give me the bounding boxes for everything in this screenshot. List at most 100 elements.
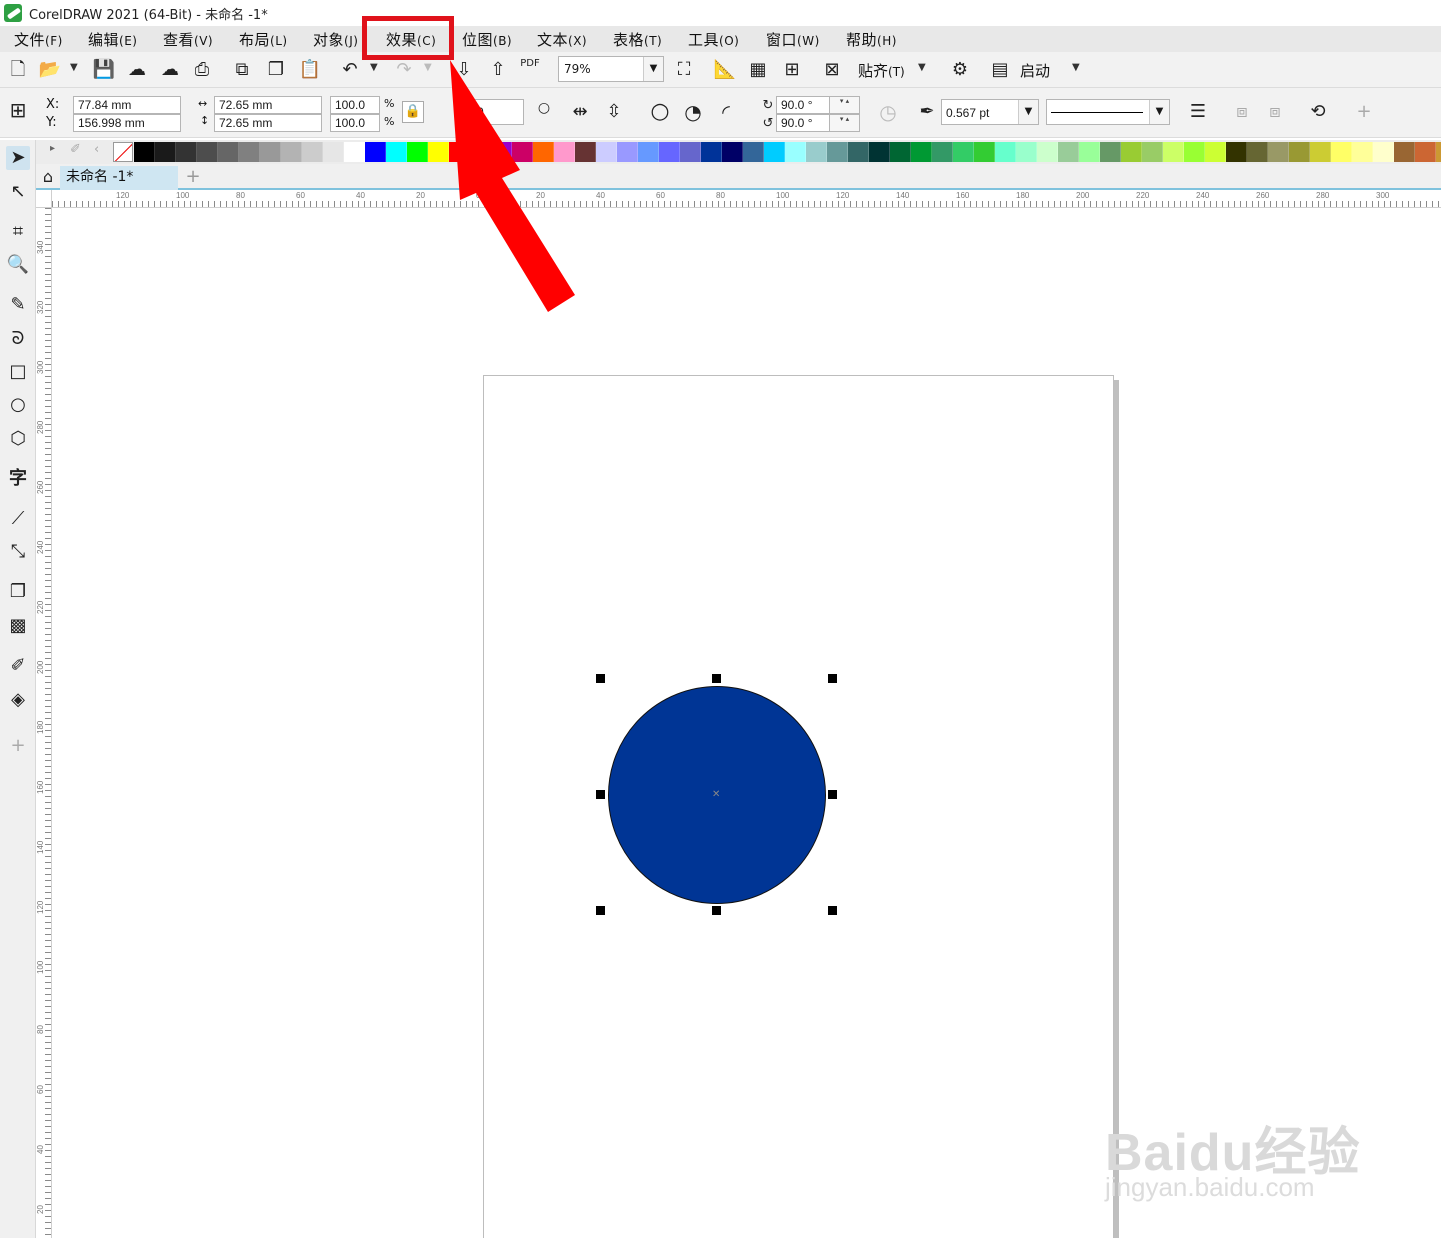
color-swatch[interactable] [1184,142,1205,162]
color-swatch[interactable] [1247,142,1268,162]
x-position-field[interactable]: 77.84 mm [73,96,181,114]
chevron-down-icon[interactable]: ▼ [643,57,663,81]
color-swatch[interactable] [1142,142,1163,162]
palette-left-icon[interactable]: ‹ [94,142,99,157]
scale-width-field[interactable]: 100.0 [330,96,380,114]
full-screen-icon[interactable]: ⛶ [672,58,696,82]
drop-shadow-tool-icon[interactable]: ❐ [6,580,30,604]
color-swatch[interactable] [869,142,890,162]
color-swatch[interactable] [1037,142,1058,162]
selection-handle-top[interactable] [712,674,721,683]
color-swatch[interactable] [1205,142,1226,162]
menu-object[interactable]: 对象(J) [313,29,358,50]
color-swatch[interactable] [1373,142,1394,162]
ruler-origin[interactable] [36,190,52,208]
color-swatch[interactable] [806,142,827,162]
no-color-swatch[interactable] [113,142,133,162]
color-swatch[interactable] [932,142,953,162]
to-front-icon[interactable]: ⧈ [1230,100,1254,124]
selection-handle-left[interactable] [596,790,605,799]
color-swatch[interactable] [218,142,239,162]
launch-icon[interactable]: ▤ [988,58,1012,82]
cut-icon[interactable]: ⧉ [230,58,254,82]
start-angle-field[interactable]: 90.0 ° [776,96,830,114]
menu-file[interactable]: 文件(F) [14,29,63,50]
palette-scroll-icon[interactable]: ▸ [50,143,55,154]
width-field[interactable]: 72.65 mm [214,96,322,114]
color-swatch[interactable] [1268,142,1289,162]
ellipse-icon[interactable]: ○ [648,100,672,124]
menu-help[interactable]: 帮助(H) [846,29,897,50]
undo-icon[interactable]: ↶ [338,58,362,82]
menu-tools[interactable]: 工具(O) [688,29,739,50]
pick-tool-icon[interactable]: ➤ [6,146,30,170]
color-swatch[interactable] [1331,142,1352,162]
polygon-tool-icon[interactable]: ⬡ [6,427,30,451]
ellipse-tool-icon[interactable]: ○ [6,393,30,417]
color-swatch[interactable] [1121,142,1142,162]
menu-bitmaps[interactable]: 位图(B) [462,29,512,50]
menu-layout[interactable]: 布局(L) [239,29,288,50]
new-document-icon[interactable]: 🗋 [6,58,30,82]
redo-icon[interactable]: ↷ [392,58,416,82]
color-swatch[interactable] [344,142,365,162]
add-document-icon[interactable]: + [182,166,204,188]
selection-handle-top-right[interactable] [828,674,837,683]
eyedropper-icon[interactable]: ✐ [70,142,81,157]
start-angle-spinner[interactable]: ▾ ▴ [830,96,860,114]
selection-handle-right[interactable] [828,790,837,799]
dimension-tool-icon[interactable]: ⟋ [6,507,30,531]
crop-tool-icon[interactable]: ⌗ [6,220,30,244]
print-icon[interactable]: ⎙ [190,58,214,82]
arc-icon[interactable]: ◜ [714,100,738,124]
vertical-ruler[interactable]: 340 320 300 280 260 240 220 200 180 160 140 120 100 8… [36,208,52,1238]
mirror-vertical-icon[interactable]: ⇳ [602,100,626,124]
color-swatch[interactable] [638,142,659,162]
color-swatch[interactable] [995,142,1016,162]
object-origin-icon[interactable]: ⊞ [6,98,30,122]
color-swatch[interactable] [848,142,869,162]
color-swatch[interactable] [617,142,638,162]
color-swatch[interactable] [1226,142,1247,162]
color-swatch[interactable] [764,142,785,162]
artistic-media-icon[interactable]: ᘐ [6,327,30,351]
color-swatch[interactable] [365,142,386,162]
home-icon[interactable]: ⌂ [38,167,58,187]
snap-dropdown-icon[interactable]: ▼ [918,62,926,73]
color-swatch[interactable] [659,142,680,162]
color-swatch[interactable] [1163,142,1184,162]
grid-icon[interactable]: ▦ [746,58,770,82]
y-position-field[interactable]: 156.998 mm [73,114,181,132]
selection-handle-bottom-right[interactable] [828,906,837,915]
cloud-download-icon[interactable]: ☁ [125,58,149,82]
rectangle-tool-icon[interactable]: □ [6,360,30,384]
interactive-fill-icon[interactable]: ◈ [6,688,30,712]
height-field[interactable]: 72.65 mm [214,114,322,132]
end-angle-field[interactable]: 90.0 ° [776,114,830,132]
menu-view[interactable]: 查看(V) [163,29,213,50]
color-swatch[interactable] [701,142,722,162]
launch-button[interactable]: 启动 [1020,60,1050,81]
chevron-down-icon[interactable]: ▼ [1149,100,1169,124]
color-swatch[interactable] [155,142,176,162]
cloud-upload-icon[interactable]: ☁ [158,58,182,82]
wrap-text-icon[interactable]: ☰ [1186,100,1210,124]
color-swatch[interactable] [386,142,407,162]
options-gear-icon[interactable]: ⚙ [948,58,972,82]
rulers-icon[interactable]: 📐 [713,58,737,82]
color-swatch[interactable] [1079,142,1100,162]
direction-icon[interactable]: ◷ [876,100,900,124]
outline-width-select[interactable]: 0.567 pt ▼ [941,99,1039,125]
color-swatch[interactable] [323,142,344,162]
paste-icon[interactable]: 📋 [298,58,322,82]
color-swatch[interactable] [953,142,974,162]
color-swatch[interactable] [1289,142,1310,162]
document-tab[interactable]: 未命名 -1* [60,166,178,190]
color-swatch[interactable] [722,142,743,162]
to-back-icon[interactable]: ⧈ [1263,100,1287,124]
rotation-center-marker[interactable]: ✕ [712,789,720,800]
menu-window[interactable]: 窗口(W) [766,29,820,50]
color-swatch[interactable] [1058,142,1079,162]
convert-to-curves-icon[interactable]: ⟲ [1306,100,1330,124]
color-swatch[interactable] [1394,142,1415,162]
